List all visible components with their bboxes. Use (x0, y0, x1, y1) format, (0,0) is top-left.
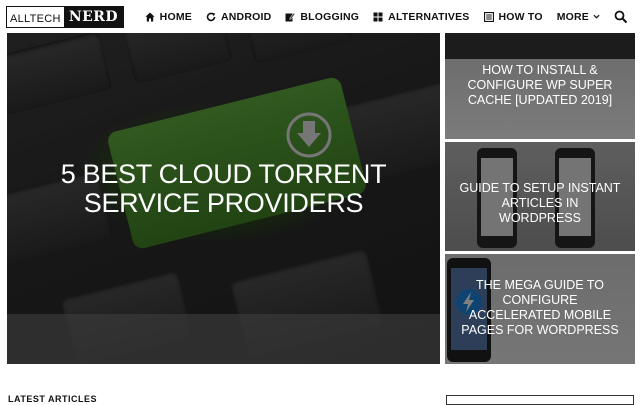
nav-item-android[interactable]: ANDROID (206, 11, 271, 23)
nav-item-home[interactable]: HOME (145, 11, 192, 23)
site-logo[interactable]: ALLTECH NERD (6, 6, 125, 28)
chevron-down-icon (593, 14, 600, 19)
nav-label-android: ANDROID (220, 10, 272, 23)
hero-title[interactable]: 5 BEST CLOUD TORRENT SERVICE PROVIDERS (47, 160, 400, 218)
side-post-2[interactable]: GUIDE TO SETUP INSTANT ARTICLES IN WORDP… (445, 142, 635, 251)
grid-icon (373, 12, 383, 21)
search-icon[interactable] (614, 10, 628, 24)
nav-label-home: HOME (159, 10, 192, 23)
sidebar-widget (446, 395, 634, 405)
nav-item-how-to[interactable]: HOW TO (483, 10, 543, 23)
nav-item-more[interactable]: MORE (557, 11, 600, 23)
refresh-icon (206, 12, 216, 21)
side-post-title[interactable]: THE MEGA GUIDE TO CONFIGURE ACCELERATED … (459, 278, 621, 338)
side-post-title[interactable]: GUIDE TO SETUP INSTANT ARTICLES IN WORDP… (459, 181, 621, 226)
logo-text-right: NERD (63, 7, 124, 27)
nav-item-alternatives[interactable]: ALTERNATIVES (373, 11, 469, 23)
main-nav: HOME ANDROID BLOGGING ALTERNATIVES HOW T… (131, 0, 628, 33)
hero-post[interactable]: 5 BEST CLOUD TORRENT SERVICE PROVIDERS (7, 33, 440, 364)
latest-articles-heading: LATEST ARTICLES (8, 394, 97, 404)
list-icon (483, 11, 494, 22)
logo-text-left: ALLTECH (7, 7, 64, 27)
side-post-1[interactable]: HOW TO INSTALL & CONFIGURE WP SUPER CACH… (445, 33, 635, 139)
site-header: ALLTECH NERD HOME ANDROID BLOGGING ALTER… (0, 0, 640, 33)
side-post-3[interactable]: THE MEGA GUIDE TO CONFIGURE ACCELERATED … (445, 254, 635, 364)
nav-label-blogging: BLOGGING (300, 10, 360, 23)
nav-label-alternatives: ALTERNATIVES (388, 10, 470, 23)
edit-icon (285, 12, 296, 21)
side-post-title[interactable]: HOW TO INSTALL & CONFIGURE WP SUPER CACH… (459, 63, 621, 108)
home-icon (145, 12, 155, 21)
nav-label-how-to: HOW TO (498, 10, 543, 23)
nav-item-blogging[interactable]: BLOGGING (285, 11, 359, 23)
hero-bottom-bar (7, 314, 440, 364)
nav-label-more: MORE (556, 10, 589, 23)
